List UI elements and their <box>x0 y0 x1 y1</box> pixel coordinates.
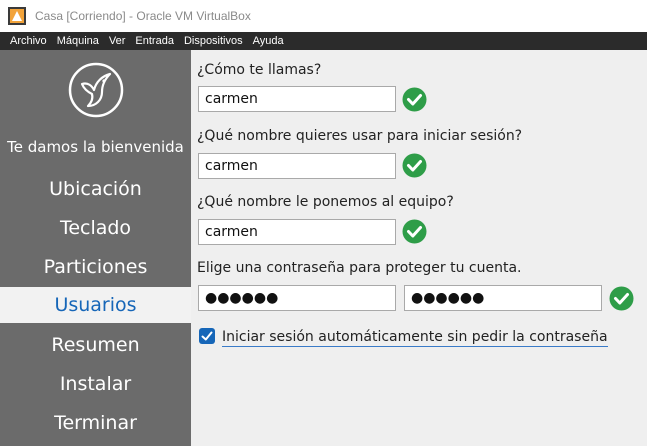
menu-ver[interactable]: Ver <box>104 32 131 50</box>
menu-dispositivos[interactable]: Dispositivos <box>179 32 248 50</box>
checkmark-icon <box>201 331 213 341</box>
hummingbird-logo-icon <box>68 62 124 118</box>
host-input[interactable]: carmen <box>198 219 396 245</box>
password-confirm-input[interactable]: ●●●●●● <box>404 285 602 311</box>
window-titlebar: Casa [Corriendo] - Oracle VM VirtualBox <box>0 0 647 32</box>
autologin-checkbox[interactable] <box>199 328 215 344</box>
host-label: ¿Qué nombre le ponemos al equipo? <box>197 194 454 210</box>
password-valid-check-icon <box>609 286 634 311</box>
name-label: ¿Cómo te llamas? <box>197 62 322 78</box>
menubar: Archivo Máquina Ver Entrada Dispositivos… <box>0 32 647 50</box>
host-valid-check-icon <box>402 219 427 244</box>
menu-entrada[interactable]: Entrada <box>130 32 179 50</box>
menu-archivo[interactable]: Archivo <box>0 32 52 50</box>
sidebar-item-resumen: Resumen <box>51 334 140 356</box>
virtualbox-icon <box>8 7 26 25</box>
autologin-label[interactable]: Iniciar sesión automáticamente sin pedir… <box>222 328 608 347</box>
login-valid-check-icon <box>402 153 427 178</box>
window-title: Casa [Corriendo] - Oracle VM VirtualBox <box>35 9 251 23</box>
sidebar-item-ubicacion: Ubicación <box>49 178 142 200</box>
sidebar-item-instalar: Instalar <box>59 373 132 395</box>
sidebar-item-particiones: Particiones <box>43 256 148 278</box>
name-valid-check-icon <box>402 87 427 112</box>
sidebar-welcome: Te damos la bienvenida <box>7 138 184 156</box>
menu-maquina[interactable]: Máquina <box>52 32 104 50</box>
password-label: Elige una contraseña para proteger tu cu… <box>197 260 522 276</box>
menu-ayuda[interactable]: Ayuda <box>248 32 289 50</box>
installer-sidebar: Te damos la bienvenida Ubicación Teclado… <box>0 50 191 446</box>
password-input[interactable]: ●●●●●● <box>198 285 396 311</box>
sidebar-item-terminar: Terminar <box>54 412 137 434</box>
name-input[interactable]: carmen <box>198 86 396 112</box>
login-label: ¿Qué nombre quieres usar para iniciar se… <box>197 128 523 144</box>
users-form: ¿Cómo te llamas? carmen ¿Qué nombre quie… <box>191 50 647 446</box>
sidebar-item-teclado: Teclado <box>59 217 132 239</box>
login-input[interactable]: carmen <box>198 153 396 179</box>
sidebar-item-usuarios: Usuarios <box>0 287 191 323</box>
